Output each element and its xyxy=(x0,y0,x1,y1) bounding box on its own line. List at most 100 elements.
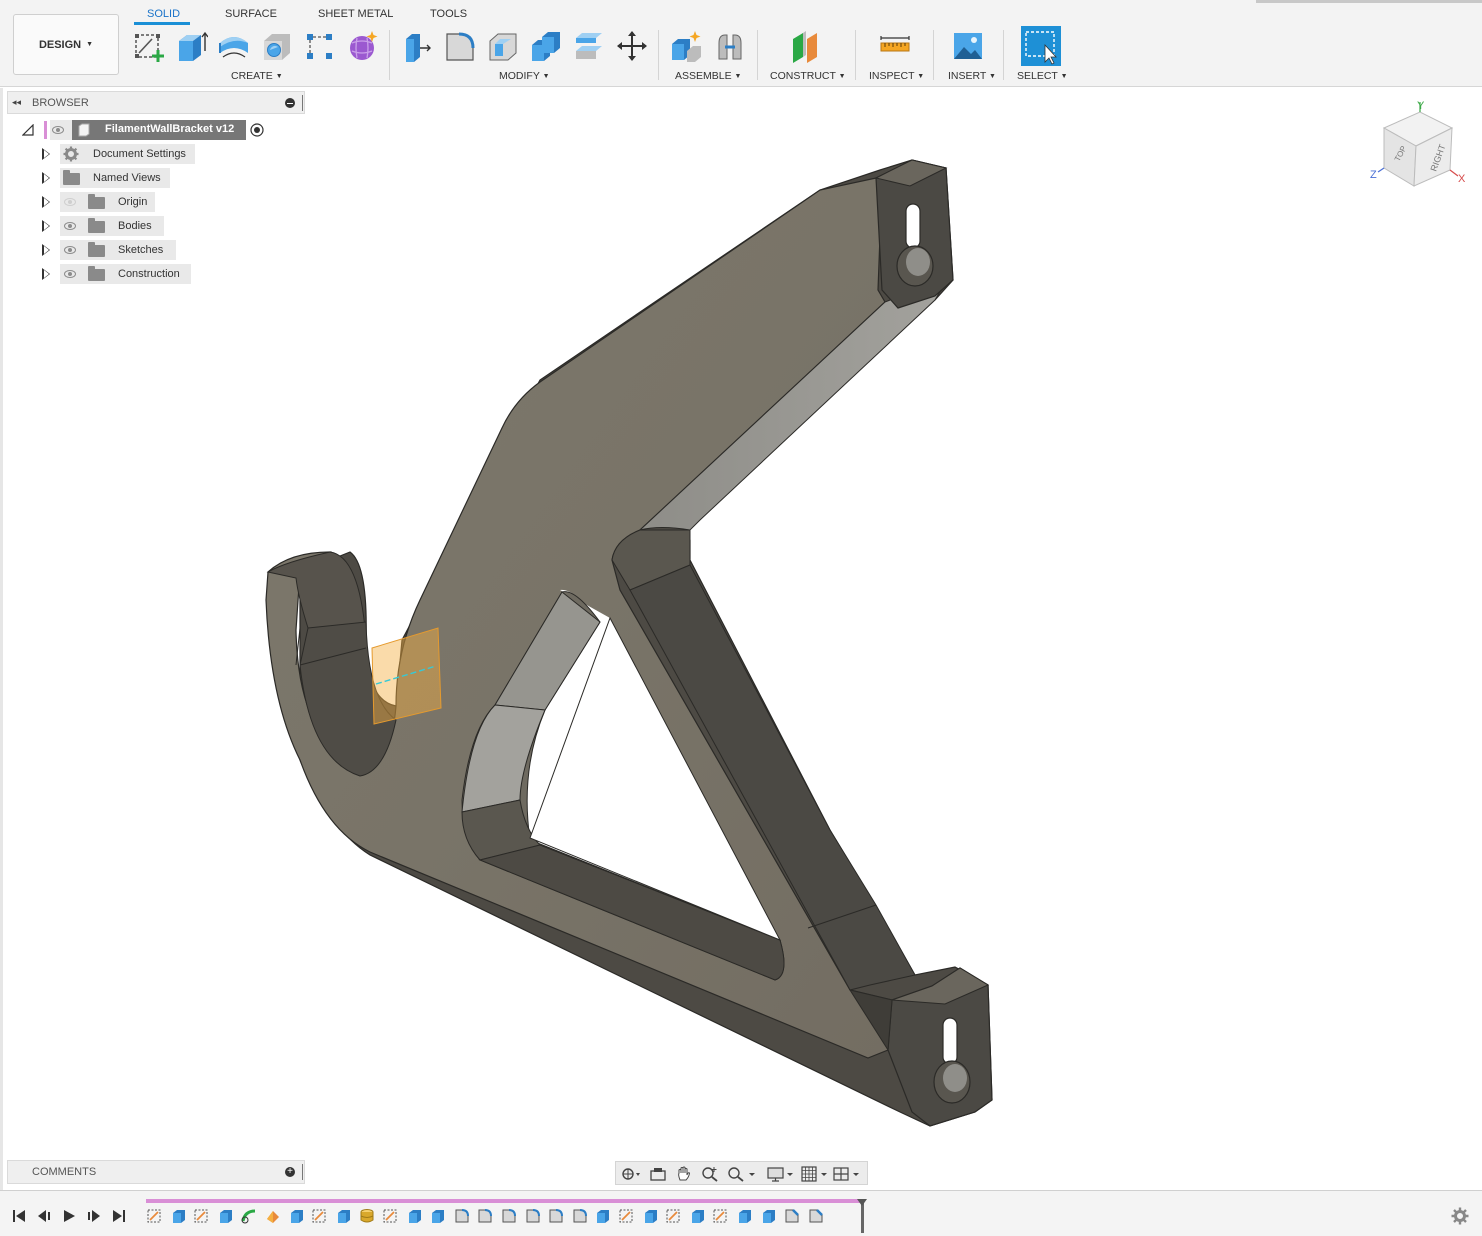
fillet-icon[interactable] xyxy=(442,28,478,64)
combine-icon[interactable] xyxy=(528,28,564,64)
expand-triangle-icon[interactable] xyxy=(42,244,50,256)
timeline-feature-loft-icon[interactable] xyxy=(264,1207,282,1225)
insert-menu[interactable]: INSERT ▼ xyxy=(948,70,996,82)
timeline-feature-sketch-icon[interactable] xyxy=(382,1207,400,1225)
timeline-feature-fillet-icon[interactable] xyxy=(500,1207,518,1225)
align-icon[interactable] xyxy=(571,28,607,64)
expanded-triangle-icon[interactable] xyxy=(22,124,34,136)
browser-item-bodies[interactable]: Bodies xyxy=(40,216,200,236)
look-at-icon[interactable] xyxy=(648,1165,668,1183)
skip-start-icon[interactable] xyxy=(11,1208,27,1224)
timeline-feature-fillet-icon[interactable] xyxy=(453,1207,471,1225)
timeline-feature-sketch-icon[interactable] xyxy=(618,1207,636,1225)
skip-end-icon[interactable] xyxy=(111,1208,127,1224)
collapse-panel-icon[interactable]: ◂◂ xyxy=(12,97,21,108)
display-settings-icon[interactable] xyxy=(766,1165,796,1183)
browser-item-construction[interactable]: Construction xyxy=(40,264,200,284)
comments-panel-header[interactable]: COMMENTS + xyxy=(7,1160,305,1184)
add-comment-icon[interactable]: + xyxy=(285,1167,295,1177)
extrude-icon[interactable] xyxy=(173,28,209,64)
timeline-feature-sketch-icon[interactable] xyxy=(193,1207,211,1225)
timeline-feature-extrude-icon[interactable] xyxy=(429,1207,447,1225)
timeline-feature-sketch-icon[interactable] xyxy=(665,1207,683,1225)
pan-icon[interactable] xyxy=(674,1165,694,1183)
browser-root-row[interactable]: FilamentWallBracket v12 xyxy=(20,120,280,140)
insert-image-icon[interactable] xyxy=(950,28,986,64)
select-icon[interactable] xyxy=(1021,26,1061,66)
tab-tools[interactable]: TOOLS xyxy=(430,8,467,24)
timeline-range-bar[interactable] xyxy=(146,1199,862,1203)
expand-triangle-icon[interactable] xyxy=(42,148,50,160)
orbit-icon[interactable] xyxy=(620,1165,640,1183)
zoom-icon[interactable] xyxy=(700,1165,720,1183)
timeline-feature-sweep-icon[interactable] xyxy=(240,1207,258,1225)
timeline-feature-extrude-icon[interactable] xyxy=(594,1207,612,1225)
hidden-eye-icon[interactable] xyxy=(64,198,76,206)
construct-menu[interactable]: CONSTRUCT ▼ xyxy=(770,70,846,82)
step-forward-icon[interactable] xyxy=(86,1208,102,1224)
view-cube[interactable]: TOP RIGHT Y X Z xyxy=(1370,100,1466,187)
timeline-feature-extrude-icon[interactable] xyxy=(689,1207,707,1225)
create-sketch-icon[interactable] xyxy=(131,28,167,64)
timeline-feature-cylinder-icon[interactable] xyxy=(358,1207,376,1225)
joint-icon[interactable] xyxy=(712,28,748,64)
timeline-feature-sketch-icon[interactable] xyxy=(146,1207,164,1225)
root-label-chip[interactable]: FilamentWallBracket v12 xyxy=(72,120,246,140)
select-menu[interactable]: SELECT ▼ xyxy=(1017,70,1068,82)
press-pull-icon[interactable] xyxy=(399,28,435,64)
browser-panel-header[interactable]: ◂◂ BROWSER xyxy=(7,91,305,114)
revolve-icon[interactable] xyxy=(216,28,252,64)
measure-icon[interactable] xyxy=(877,28,913,64)
offset-plane-icon[interactable] xyxy=(788,28,824,64)
create-form-icon[interactable] xyxy=(344,28,380,64)
expand-triangle-icon[interactable] xyxy=(42,220,50,232)
timeline-feature-extrude-icon[interactable] xyxy=(760,1207,778,1225)
grid-icon[interactable] xyxy=(800,1165,830,1183)
activate-radio-icon[interactable] xyxy=(250,123,264,137)
timeline-feature-extrude-icon[interactable] xyxy=(217,1207,235,1225)
timeline-feature-sketch-icon[interactable] xyxy=(311,1207,329,1225)
tab-surface[interactable]: SURFACE xyxy=(225,8,277,24)
timeline-feature-extrude-icon[interactable] xyxy=(642,1207,660,1225)
timeline-feature-chamfer-icon[interactable] xyxy=(783,1207,801,1225)
visibility-eye-icon[interactable] xyxy=(64,222,76,230)
timeline-feature-extrude-icon[interactable] xyxy=(335,1207,353,1225)
timeline-feature-extrude-icon[interactable] xyxy=(170,1207,188,1225)
timeline-feature-extrude-icon[interactable] xyxy=(406,1207,424,1225)
assemble-menu[interactable]: ASSEMBLE ▼ xyxy=(675,70,741,82)
modify-menu[interactable]: MODIFY ▼ xyxy=(499,70,550,82)
model-viewport[interactable]: TOP RIGHT Y X Z xyxy=(0,88,1482,1188)
new-component-icon[interactable] xyxy=(668,28,704,64)
timeline-feature-fillet-icon[interactable] xyxy=(571,1207,589,1225)
browser-item-named-views[interactable]: Named Views xyxy=(40,168,200,188)
browser-item-origin[interactable]: Origin xyxy=(40,192,200,212)
move-icon[interactable] xyxy=(614,28,650,64)
timeline-feature-extrude-icon[interactable] xyxy=(288,1207,306,1225)
step-back-icon[interactable] xyxy=(36,1208,52,1224)
timeline-feature-fillet-icon[interactable] xyxy=(476,1207,494,1225)
shell-icon[interactable] xyxy=(485,28,521,64)
visibility-eye-icon[interactable] xyxy=(64,246,76,254)
timeline-settings-gear-icon[interactable] xyxy=(1451,1207,1469,1225)
hole-icon[interactable] xyxy=(259,28,295,64)
inspect-menu[interactable]: INSPECT ▼ xyxy=(869,70,924,82)
timeline-feature-fillet-icon[interactable] xyxy=(547,1207,565,1225)
rectangular-pattern-icon[interactable] xyxy=(301,28,337,64)
play-icon[interactable] xyxy=(61,1208,77,1224)
viewports-icon[interactable] xyxy=(832,1165,862,1183)
timeline-feature-chamfer-icon[interactable] xyxy=(807,1207,825,1225)
expand-triangle-icon[interactable] xyxy=(42,196,50,208)
timeline-feature-fillet-icon[interactable] xyxy=(524,1207,542,1225)
tab-sheet-metal[interactable]: SHEET METAL xyxy=(318,8,393,24)
timeline-feature-extrude-icon[interactable] xyxy=(736,1207,754,1225)
visibility-eye-icon[interactable] xyxy=(52,126,64,134)
zoom-window-icon[interactable] xyxy=(726,1165,756,1183)
visibility-eye-icon[interactable] xyxy=(64,270,76,278)
expand-triangle-icon[interactable] xyxy=(42,268,50,280)
browser-item-sketches[interactable]: Sketches xyxy=(40,240,200,260)
browser-item-document-settings[interactable]: Document Settings xyxy=(40,144,200,164)
workspace-switcher-button[interactable]: DESIGN ▼ xyxy=(13,14,119,75)
timeline-feature-sketch-icon[interactable] xyxy=(712,1207,730,1225)
create-menu[interactable]: CREATE ▼ xyxy=(231,70,283,82)
expand-triangle-icon[interactable] xyxy=(42,172,50,184)
